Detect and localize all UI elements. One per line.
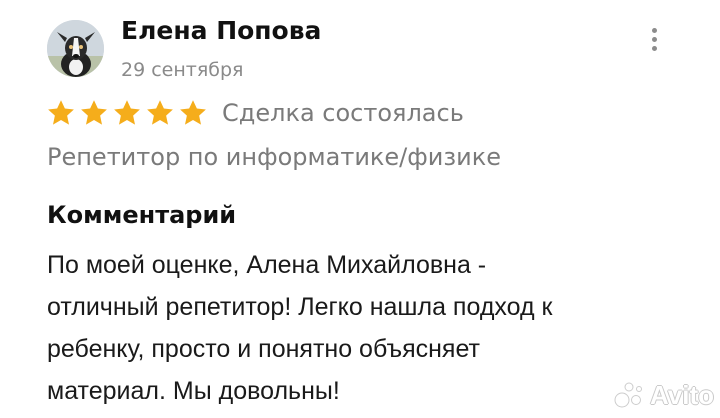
avito-logo-icon [614,382,642,408]
review-category: Репетитор по информатике/физике [47,143,502,171]
dog-avatar-image [47,20,104,77]
star-icon [48,100,74,125]
comment-heading: Комментарий [47,201,237,229]
star-icon [114,100,140,125]
more-vertical-icon-dot [651,45,657,51]
author-name[interactable]: Елена Попова [121,16,321,45]
rating-row: Сделка состоялась [46,97,464,129]
author-avatar[interactable] [47,20,104,77]
star-icon [147,100,173,125]
star-icon [81,100,107,125]
more-vertical-icon-dot [651,36,657,42]
avito-watermark: Avito [614,380,714,410]
more-options-button[interactable] [640,24,668,54]
more-vertical-icon-dot [651,27,657,33]
comment-line: материал. Мы довольны! [47,377,340,405]
avito-wordmark: Avito [650,379,715,410]
star-rating [46,98,208,128]
review-date: 29 сентября [121,59,244,81]
comment-line: По моей оценке, Алена Михайловна - [47,251,487,279]
comment-body: По моей оценке, Алена Михайловна - отлич… [47,244,677,412]
deal-status: Сделка состоялась [222,99,464,127]
star-icon [180,100,206,125]
comment-line: ребенку, просто и понятно объясняет [47,335,480,363]
comment-line: отличный репетитор! Легко нашла подход к [47,293,553,321]
